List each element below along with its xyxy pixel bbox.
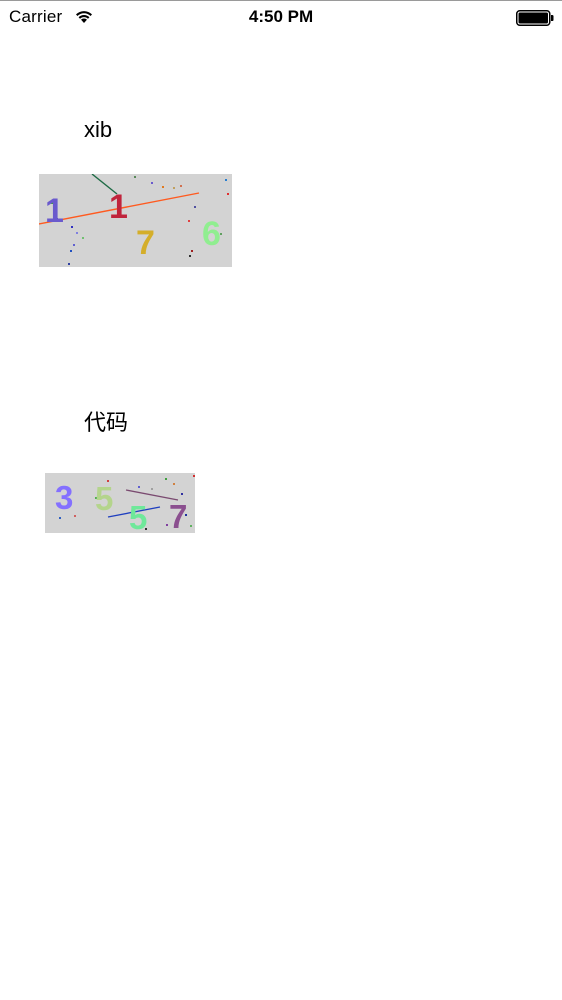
captcha-character: 7 <box>136 224 155 262</box>
status-time: 4:50 PM <box>248 7 314 26</box>
captcha-character: 5 <box>95 480 113 517</box>
captcha-character: 1 <box>109 188 128 226</box>
captcha-character: 1 <box>45 192 64 230</box>
captcha-character: 7 <box>169 498 187 533</box>
captcha-character: 5 <box>129 499 147 533</box>
app-screen: Carrier 4:50 PM xib 1 1 7 6 代码 3 5 5 7 <box>0 0 562 1000</box>
captcha-character: 3 <box>55 479 73 516</box>
code-section-label: 代码 <box>84 410 129 435</box>
status-bar: Carrier 4:50 PM <box>0 1 562 35</box>
xib-section-label: xib <box>84 117 113 142</box>
xib-captcha-image[interactable]: 1 1 7 6 <box>39 174 232 267</box>
captcha-character: 6 <box>202 215 221 253</box>
battery-full-icon <box>516 10 554 26</box>
code-captcha-image[interactable]: 3 5 5 7 <box>45 473 195 533</box>
